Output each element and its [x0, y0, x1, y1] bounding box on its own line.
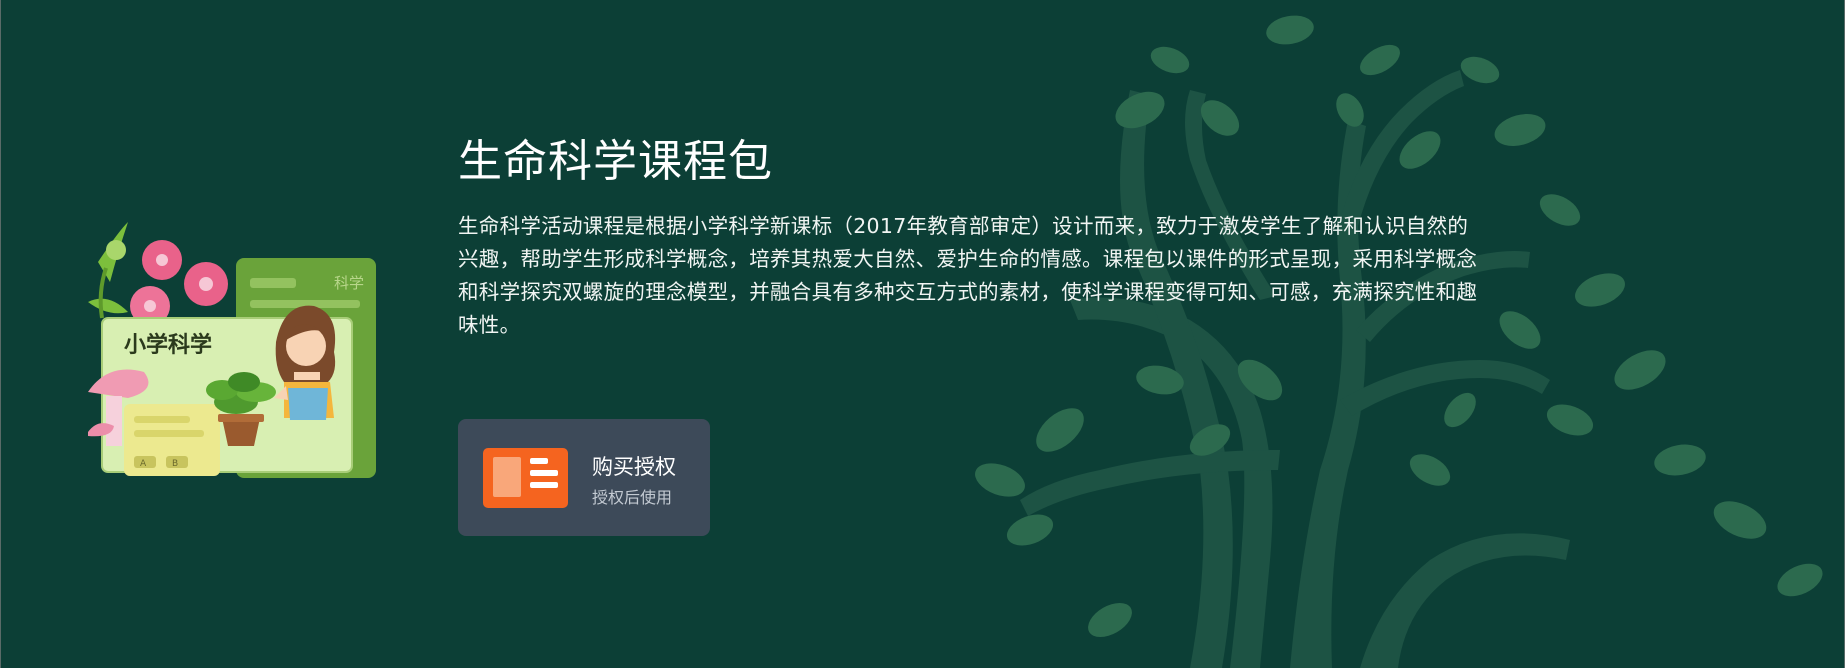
- quiz-option-a: A: [140, 459, 147, 469]
- document-license-icon: [483, 448, 568, 508]
- purchase-subtitle: 授权后使用: [592, 488, 673, 507]
- science-textbook-illustration: 科学 小学科学 A B: [88, 222, 376, 478]
- back-card-label: 科学: [334, 275, 364, 292]
- course-info: 生命科学课程包 生命科学活动课程是根据小学科学新课标（2017年教育部审定）设计…: [458, 132, 1488, 342]
- purchase-title: 购买授权: [592, 455, 676, 479]
- course-title: 生命科学课程包: [458, 136, 773, 187]
- course-description: 生命科学活动课程是根据小学科学新课标（2017年教育部审定）设计而来，致力于激发…: [458, 214, 1478, 337]
- front-card-title: 小学科学: [124, 332, 212, 357]
- quiz-option-b: B: [172, 459, 178, 469]
- purchase-license-button[interactable]: 购买授权 授权后使用: [458, 419, 710, 536]
- flower-decoration: [88, 222, 228, 326]
